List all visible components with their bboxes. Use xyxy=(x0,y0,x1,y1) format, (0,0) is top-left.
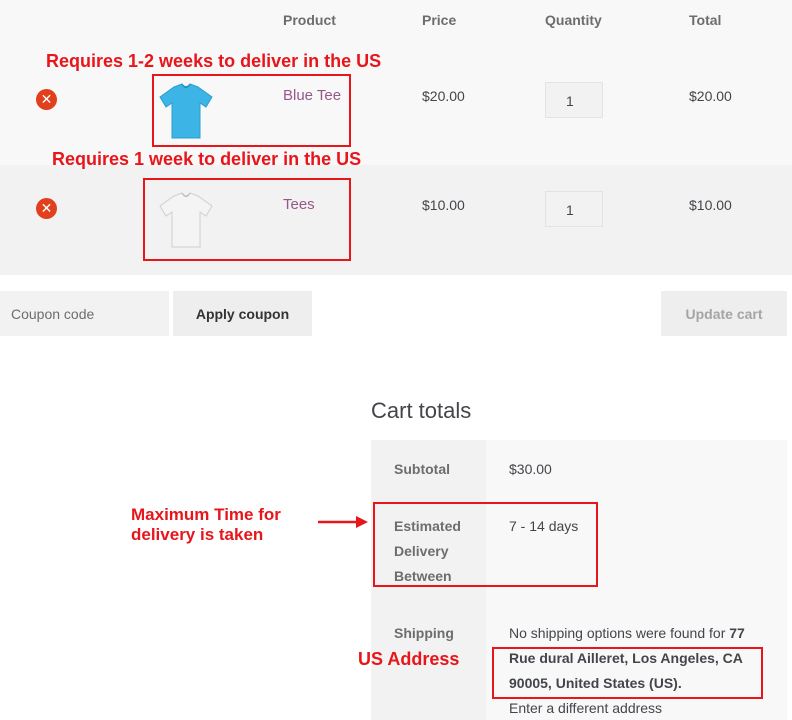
cart-totals-title: Cart totals xyxy=(371,398,472,423)
annotation-box-address xyxy=(492,647,763,699)
shipping-label: Shipping xyxy=(394,625,454,641)
annotation-max-time-2: delivery is taken xyxy=(131,525,264,544)
header-price: Price xyxy=(422,12,457,28)
annotation-tees: Requires 1 week to deliver in the US xyxy=(52,149,362,169)
cart-item-row: ✕ Tees $10.00 1 $10.00 xyxy=(0,165,792,275)
shipping-address-part: 77 xyxy=(729,625,745,641)
remove-item-icon[interactable]: ✕ xyxy=(36,198,57,219)
line-total: $20.00 xyxy=(689,88,732,104)
cart-actions: Apply coupon Update cart xyxy=(0,275,792,343)
cart-table-header: Product Price Quantity Total xyxy=(0,0,792,56)
change-address-link[interactable]: Enter a different address xyxy=(509,696,662,720)
coupon-code-input[interactable] xyxy=(0,291,169,336)
subtotal-value: $30.00 xyxy=(509,461,552,477)
remove-item-icon[interactable]: ✕ xyxy=(36,89,57,110)
annotation-box-delivery xyxy=(373,502,598,587)
annotation-box-blue-tee xyxy=(152,74,351,147)
quantity-input[interactable]: 1 xyxy=(545,82,603,118)
subtotal-row: Subtotal $30.00 xyxy=(371,440,787,498)
arrow-right-icon xyxy=(318,516,368,528)
annotation-us-address: US Address xyxy=(358,649,460,669)
quantity-input[interactable]: 1 xyxy=(545,191,603,227)
annotation-blue-tee: Requires 1-2 weeks to deliver in the US xyxy=(46,51,382,71)
header-total: Total xyxy=(689,12,722,28)
subtotal-label: Subtotal xyxy=(394,461,450,477)
update-cart-button[interactable]: Update cart xyxy=(661,291,787,336)
header-product: Product xyxy=(283,12,336,28)
header-quantity: Quantity xyxy=(545,12,602,28)
line-total: $10.00 xyxy=(689,197,732,213)
apply-coupon-button[interactable]: Apply coupon xyxy=(173,291,312,336)
annotation-box-tees xyxy=(143,178,351,261)
annotation-max-time-1: Maximum Time for xyxy=(131,505,281,524)
product-price: $20.00 xyxy=(422,88,465,104)
product-price: $10.00 xyxy=(422,197,465,213)
